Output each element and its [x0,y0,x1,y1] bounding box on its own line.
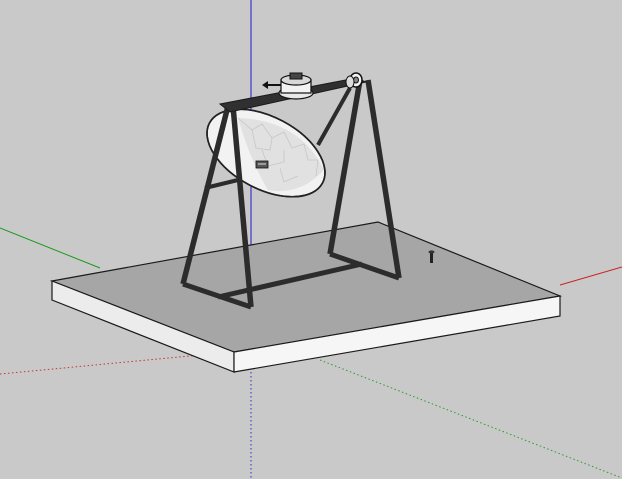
platform-top-face [49,221,563,353]
support-pulley[interactable] [345,72,363,89]
motor-arrow-icon [262,81,268,89]
green-axis [0,227,101,269]
pulley-back [345,75,355,89]
motor-cap [289,72,303,80]
bolt-head [428,250,435,254]
frame-dish-brace [316,87,352,146]
red-axis [559,266,622,286]
3d-modeling-viewport[interactable] [0,0,622,479]
green-axis-negative [319,359,622,479]
bolt-shank [430,253,433,263]
base-platform[interactable] [49,221,563,373]
scene-canvas[interactable] [0,0,622,479]
